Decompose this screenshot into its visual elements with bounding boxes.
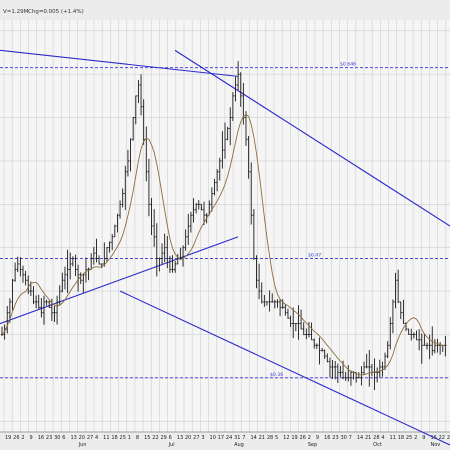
x-tick-label: 9 (30, 435, 33, 441)
price-level-label: $0.36 (270, 372, 283, 378)
x-tick-label: 18 (398, 435, 404, 441)
x-tick-label: 31 (234, 435, 240, 441)
x-tick-label: 25 (406, 435, 412, 441)
price-level-label: $0.47 (308, 253, 321, 259)
x-tick-label: 22 (152, 435, 158, 441)
x-tick-label: 14 (357, 435, 363, 441)
x-tick-label: 9 (422, 435, 425, 441)
x-tick-label: 5 (275, 435, 278, 441)
x-tick-label: 7 (242, 435, 245, 441)
chart-area: V=1.29M Chg=0.005 (+1.4%) 19 26 2 9 16 23 30 6 1… (0, 0, 450, 450)
x-tick-label: 29 (160, 435, 166, 441)
x-tick-label: 30 (54, 435, 60, 441)
month-label: Jul (168, 442, 175, 448)
x-tick-label: 11 (103, 435, 109, 441)
x-tick-label: 30 (340, 435, 346, 441)
x-tick-label: 23 (46, 435, 52, 441)
x-tick-label: 18 (111, 435, 117, 441)
month-label: Sep (308, 442, 317, 448)
x-tick-label: 12 (283, 435, 289, 441)
x-tick-label: 28 (267, 435, 273, 441)
x-tick-label: 14 (250, 435, 256, 441)
price-level-label: $0.646 (340, 62, 356, 68)
month-label: Jun (78, 442, 87, 448)
x-tick-label: 2 (21, 435, 24, 441)
x-tick-label: 17 (218, 435, 224, 441)
x-tick-label: 19 (5, 435, 11, 441)
x-tick-label: 24 (226, 435, 232, 441)
x-tick-label: 10 (210, 435, 216, 441)
x-tick-label: 26 (300, 435, 306, 441)
x-tick-label: 3 (201, 435, 204, 441)
x-tick-label: 8 (136, 435, 139, 441)
month-label: Nov (430, 442, 440, 448)
x-tick-label: 20 (185, 435, 191, 441)
x-tick-label: 13 (70, 435, 76, 441)
x-tick-label: 25 (120, 435, 126, 441)
x-tick-label: 19 (291, 435, 297, 441)
x-tick-label: 6 (169, 435, 172, 441)
x-tick-label: 27 (193, 435, 199, 441)
x-tick-label: 20 (79, 435, 85, 441)
month-label: Oct (373, 442, 382, 448)
x-tick-label: 15 (144, 435, 150, 441)
x-tick-label: 21 (365, 435, 371, 441)
x-tick-label: 9 (316, 435, 319, 441)
x-tick-label: 2 (414, 435, 417, 441)
x-tick-label: 13 (177, 435, 183, 441)
x-tick-label: 23 (332, 435, 338, 441)
x-tick-label: 27 (87, 435, 93, 441)
x-tick-label: 11 (390, 435, 396, 441)
x-tick-label: 26 (13, 435, 19, 441)
price-chart: 19 26 2 9 16 23 30 6 13 20 27 4 11 18 25 1 8 15 22 29 6 13 20 2… (0, 20, 450, 448)
x-tick-label: 4 (381, 435, 384, 441)
month-label: Aug (234, 442, 244, 448)
x-tick-label: 6 (62, 435, 65, 441)
x-tick-label: 21 (259, 435, 265, 441)
x-tick-label: 4 (95, 435, 98, 441)
x-tick-label: 16 (38, 435, 44, 441)
x-tick-label: 7 (349, 435, 352, 441)
x-tick-label: 1 (128, 435, 131, 441)
x-tick-label: 28 (373, 435, 379, 441)
x-tick-label: 2 (308, 435, 311, 441)
x-tick-label: 16 (324, 435, 330, 441)
